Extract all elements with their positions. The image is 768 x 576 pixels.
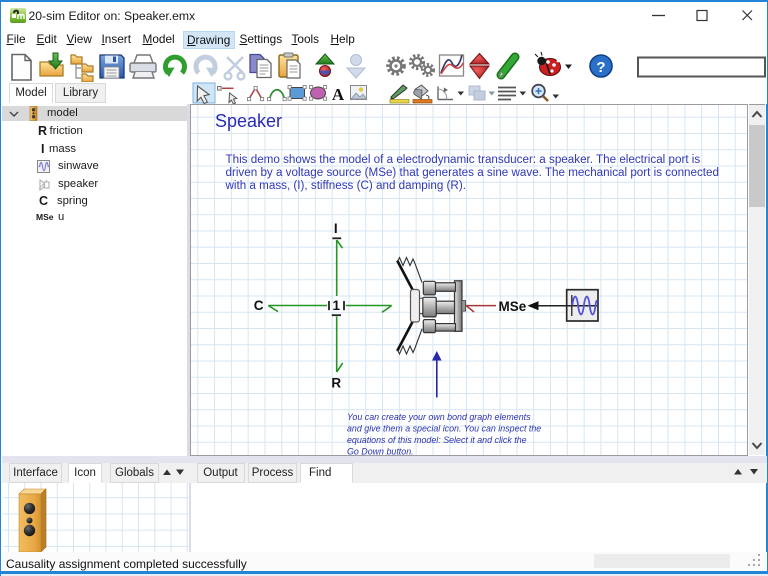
svg-text:and give them a special icon.: and give them a special icon. You can in… xyxy=(347,424,541,434)
svg-text:I: I xyxy=(334,221,338,236)
svg-text:You can create your own bond g: You can create your own bond graph eleme… xyxy=(347,412,531,422)
svg-text:R: R xyxy=(331,375,341,390)
svg-text:Go Down button.: Go Down button. xyxy=(347,447,414,457)
svg-text:driven by a voltage source (MS: driven by a voltage source (MSe) that ge… xyxy=(226,166,720,179)
svg-text:This demo shows the model of a: This demo shows the model of a electrody… xyxy=(226,153,701,166)
svg-text:C: C xyxy=(254,298,264,313)
svg-text:MSe: MSe xyxy=(499,299,527,314)
svg-text:with a mass, (I), stiffness (C: with a mass, (I), stiffness (C) and damp… xyxy=(225,179,466,192)
svg-text:A: A xyxy=(332,85,345,104)
svg-text:?: ? xyxy=(596,59,605,76)
svg-text:1: 1 xyxy=(333,298,341,313)
svg-text:Speaker: Speaker xyxy=(215,111,282,131)
svg-text:equations of this model: Selec: equations of this model: Select it and c… xyxy=(347,435,527,445)
